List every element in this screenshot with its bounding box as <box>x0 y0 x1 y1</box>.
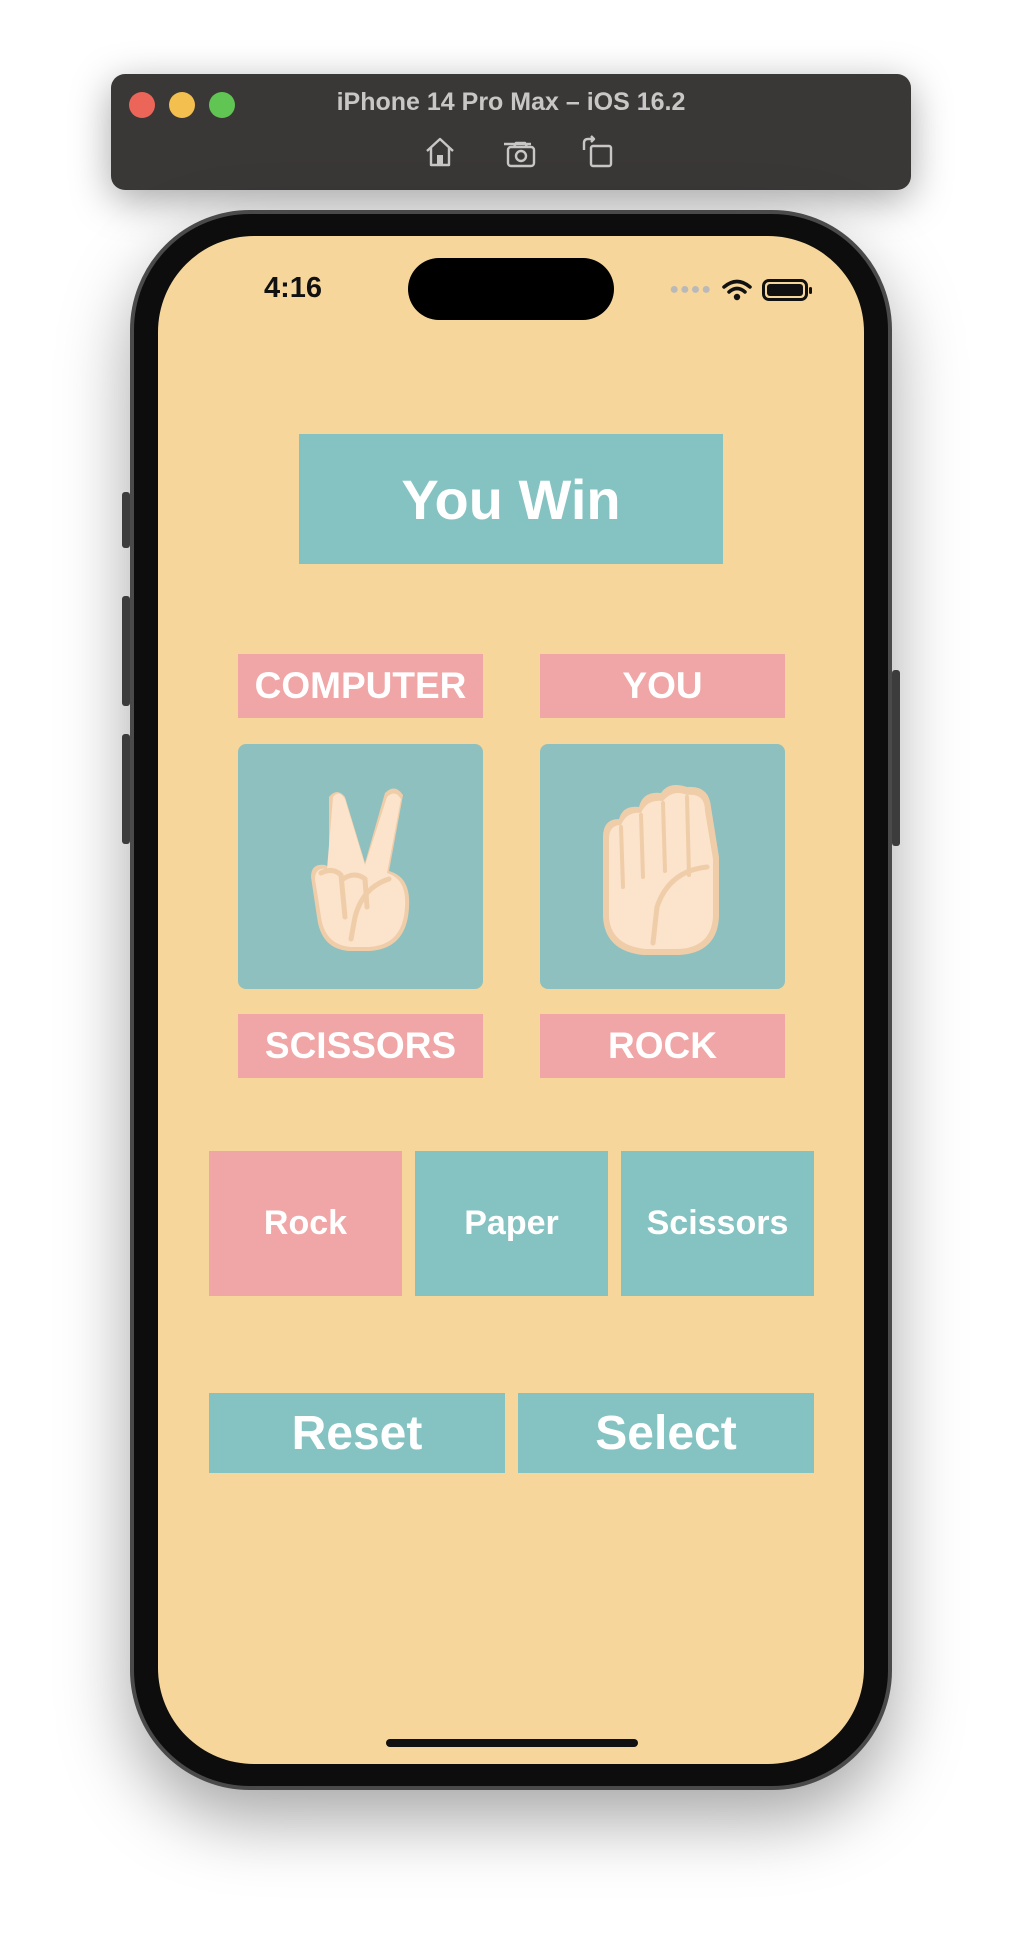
rotate-icon[interactable] <box>579 134 615 170</box>
dynamic-island <box>408 258 614 320</box>
player-choice-card <box>540 744 785 989</box>
victory-hand-icon <box>310 787 409 951</box>
battery-icon <box>762 279 812 301</box>
cellular-signal-icon: ●●●● <box>669 281 712 298</box>
home-indicator[interactable] <box>386 1739 638 1747</box>
power-button <box>892 670 900 846</box>
screenshot-icon[interactable] <box>501 134 537 170</box>
status-indicators: ●●●● <box>669 276 812 304</box>
status-time: 4:16 <box>264 272 323 304</box>
simulator-toolbar <box>111 134 911 170</box>
wifi-icon <box>722 279 752 301</box>
raised-fist-icon <box>602 784 719 955</box>
simulator-title-bar: iPhone 14 Pro Max – iOS 16.2 <box>111 74 911 190</box>
simulator-title: iPhone 14 Pro Max – iOS 16.2 <box>336 88 686 116</box>
computer-choice-card <box>238 744 483 989</box>
rock-button[interactable]: Rock <box>209 1151 402 1296</box>
volume-up-button <box>122 596 130 706</box>
select-button[interactable]: Select <box>518 1393 814 1473</box>
action-button <box>122 492 130 548</box>
home-icon[interactable] <box>422 134 458 170</box>
computer-label: COMPUTER <box>238 654 483 718</box>
reset-button[interactable]: Reset <box>209 1393 505 1473</box>
player-choice-label: ROCK <box>540 1014 785 1078</box>
volume-down-button <box>122 734 130 844</box>
computer-choice-label: SCISSORS <box>238 1014 483 1078</box>
paper-button[interactable]: Paper <box>415 1151 608 1296</box>
app-screen: 4:16 ●●●● You Win COMPUTER YOU SCISSORS … <box>158 236 864 1764</box>
result-banner: You Win <box>299 434 723 564</box>
player-label: YOU <box>540 654 785 718</box>
scissors-button[interactable]: Scissors <box>621 1151 814 1296</box>
